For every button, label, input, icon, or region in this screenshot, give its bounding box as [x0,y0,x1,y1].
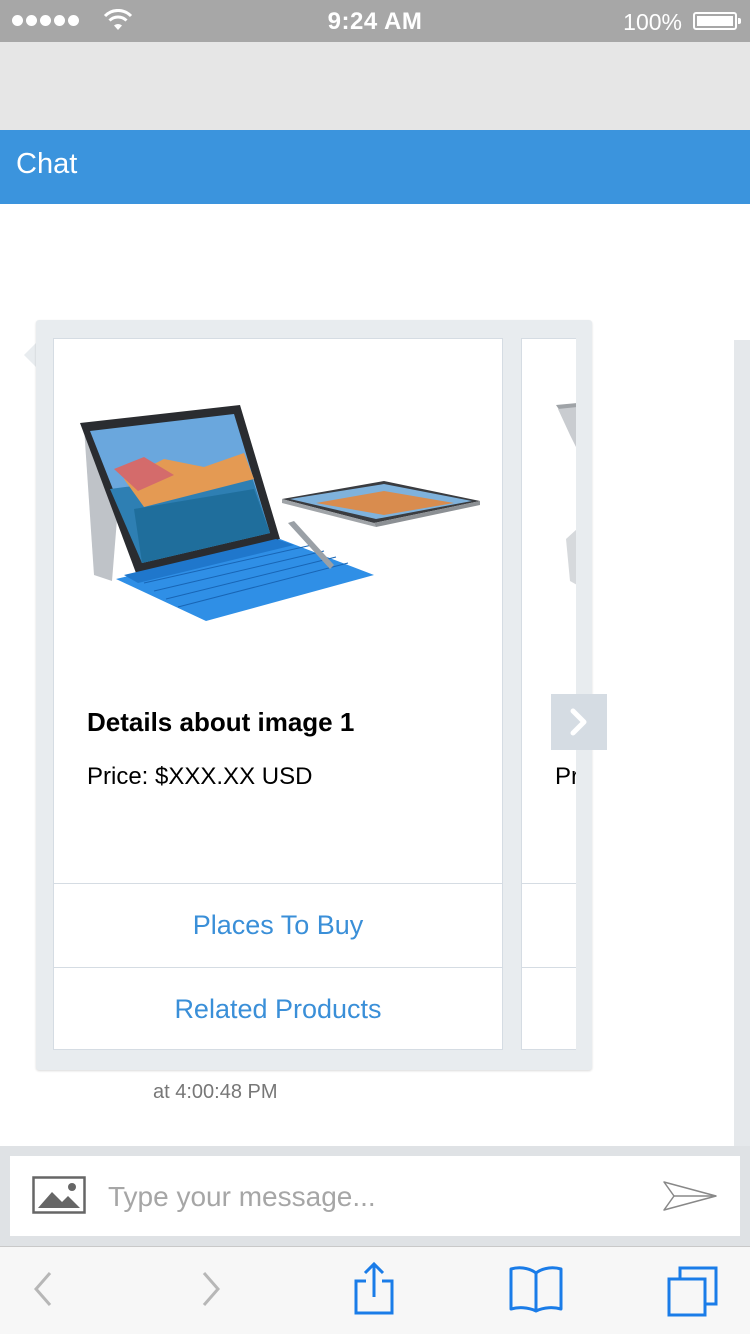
composer [10,1156,740,1236]
related-products-button[interactable] [522,967,576,1049]
browser-address-area [0,42,750,130]
product-image [54,339,502,679]
battery-percent: 100% [623,9,682,35]
product-image [556,403,576,585]
card-title: Details about image 1 [87,707,355,737]
product-card: Details about image 1 Price: $XXX.XX USD… [53,338,503,1050]
bookmarks-icon[interactable] [508,1265,564,1313]
back-icon[interactable] [30,1267,56,1311]
places-to-buy-button[interactable]: Places To Buy [54,883,502,967]
scrollbar[interactable] [734,340,750,1146]
tabs-icon[interactable] [666,1265,720,1317]
message-timestamp: at 4:00:48 PM [153,1081,278,1103]
battery-icon [693,12,741,30]
places-to-buy-button[interactable] [522,883,576,967]
chevron-right-icon [570,708,587,736]
send-icon[interactable] [662,1176,718,1216]
message-input[interactable] [106,1176,650,1218]
chat-title: Chat [16,148,78,180]
image-icon[interactable] [32,1176,86,1214]
browser-toolbar [0,1246,750,1334]
card-price: Pr [555,763,576,790]
chat-header: Chat [0,130,750,204]
card-price: Price: $XXX.XX USD [87,763,313,790]
share-icon[interactable] [354,1261,396,1317]
surface-tablet-image [80,405,480,621]
bubble-tail [24,343,36,367]
carousel-next-button[interactable] [551,694,607,750]
related-products-button[interactable]: Related Products [54,967,502,1051]
forward-icon[interactable] [198,1267,224,1311]
status-bar: 9:24 AM 100% [0,0,750,42]
